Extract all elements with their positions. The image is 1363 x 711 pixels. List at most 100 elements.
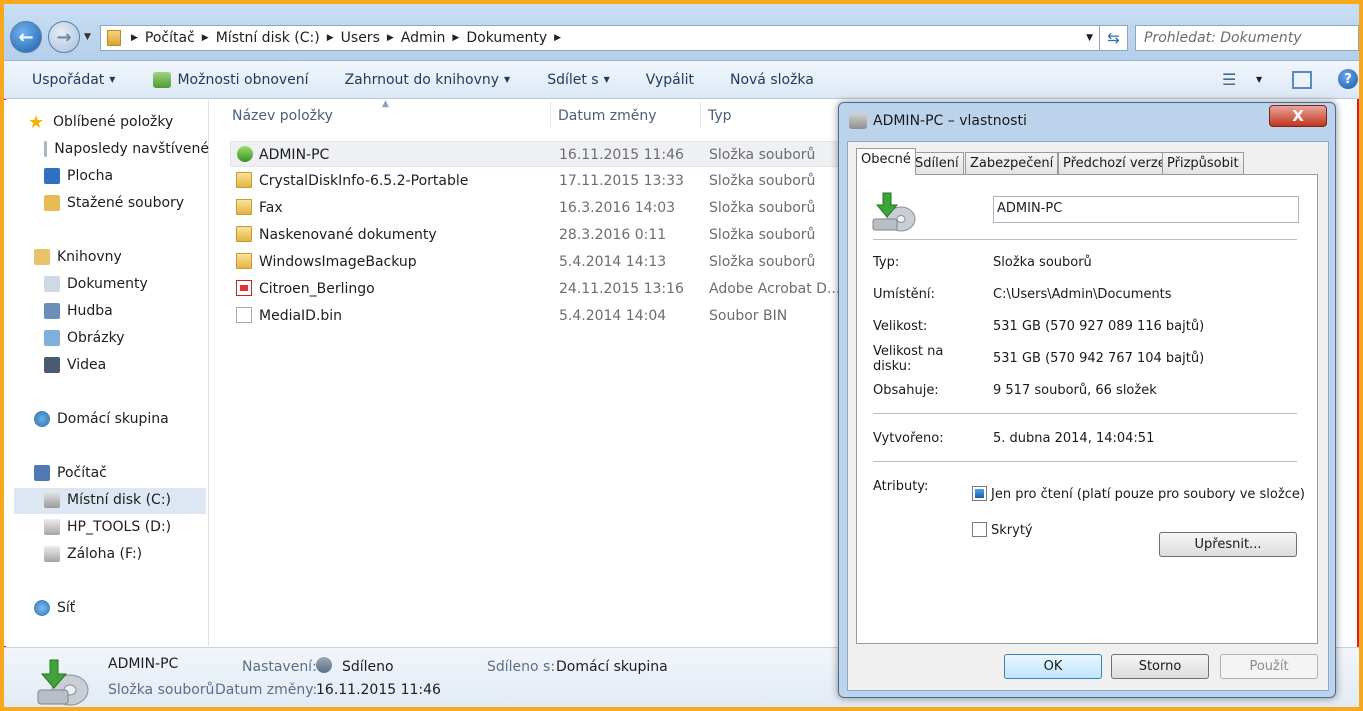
file-name: Fax	[259, 200, 283, 216]
nav-network[interactable]: Síť	[34, 596, 75, 620]
chevron-right-icon[interactable]: ▶	[327, 33, 334, 43]
share-with-button[interactable]: Sdílet s ▼	[547, 72, 610, 88]
share-label: Sdílet s	[547, 71, 599, 88]
nav-drive-c[interactable]: Místní disk (C:)	[44, 488, 171, 512]
file-type: Adobe Acrobat D...	[709, 281, 841, 297]
file-row[interactable]: Fax 16.3.2016 14:03 Složka souborů	[230, 195, 840, 221]
forward-button[interactable]: →	[48, 21, 80, 53]
nav-favorites[interactable]: ★ Oblíbené položky	[28, 110, 173, 134]
breadcrumb-item[interactable]: Users	[341, 30, 380, 46]
shared-folder-icon	[37, 659, 89, 706]
include-label: Zahrnout do knihovny	[344, 71, 500, 88]
hidden-checkbox[interactable]	[972, 522, 987, 537]
breadcrumb-item[interactable]: Dokumenty	[466, 30, 547, 46]
nav-label: Stažené soubory	[67, 195, 185, 211]
column-divider[interactable]	[550, 102, 551, 128]
column-divider[interactable]	[700, 102, 701, 128]
tab-security[interactable]: Zabezpečení	[965, 152, 1059, 174]
chevron-right-icon[interactable]: ▶	[452, 33, 459, 43]
close-button[interactable]: X	[1269, 105, 1327, 127]
column-header-type[interactable]: Typ	[708, 108, 732, 124]
breadcrumb[interactable]: ▶ Počítač ▶ Místní disk (C:) ▶ Users ▶ A…	[100, 25, 1100, 51]
nav-downloads[interactable]: Stažené soubory	[44, 191, 184, 215]
nav-drive-d[interactable]: HP_TOOLS (D:)	[44, 515, 171, 539]
back-button[interactable]: ←	[10, 21, 42, 53]
file-date: 16.3.2016 14:03	[559, 200, 676, 216]
folder-name-field[interactable]: ADMIN-PC	[993, 196, 1299, 223]
tab-customize[interactable]: Přizpůsobit	[1162, 152, 1244, 174]
file-row[interactable]: Naskenované dokumenty 28.3.2016 0:11 Slo…	[230, 222, 840, 248]
readonly-label[interactable]: Jen pro čtení (platí pouze pro soubory v…	[991, 487, 1305, 502]
details-modified-label: Datum změny:	[215, 682, 318, 698]
nav-label: Oblíbené položky	[53, 114, 174, 130]
libraries-icon	[34, 249, 50, 265]
command-bar: Uspořádat ▼ Možnosti obnovení Zahrnout do…	[4, 61, 1359, 99]
new-folder-button[interactable]: Nová složka	[730, 72, 814, 88]
history-dropdown-icon[interactable]: ▼	[84, 32, 91, 42]
file-row[interactable]: MediaID.bin 5.4.2014 14:04 Soubor BIN	[230, 303, 840, 329]
help-icon[interactable]: ?	[1338, 69, 1358, 89]
search-input[interactable]: Prohledat: Dokumenty	[1135, 25, 1359, 51]
restore-options-button[interactable]: Možnosti obnovení	[153, 71, 309, 88]
chevron-right-icon[interactable]: ▶	[131, 33, 138, 43]
file-row[interactable]: WindowsImageBackup 5.4.2014 14:13 Složka…	[230, 249, 840, 275]
divider	[873, 413, 1297, 414]
chevron-right-icon[interactable]: ▶	[202, 33, 209, 43]
chevron-right-icon[interactable]: ▶	[387, 33, 394, 43]
prop-size-label: Velikost:	[873, 319, 928, 334]
chevron-right-icon[interactable]: ▶	[554, 33, 561, 43]
nav-libraries[interactable]: Knihovny	[34, 245, 122, 269]
ok-button[interactable]: OK	[1004, 654, 1102, 679]
chevron-down-icon[interactable]: ▼	[1256, 75, 1262, 84]
file-row[interactable]: CrystalDiskInfo-6.5.2-Portable 17.11.201…	[230, 168, 840, 194]
column-header-date[interactable]: Datum změny	[558, 108, 657, 124]
view-options-icon[interactable]: ☰	[1222, 70, 1236, 89]
tab-previous-versions[interactable]: Předchozí verze	[1058, 152, 1171, 174]
tab-general[interactable]: Obecné	[856, 148, 916, 175]
nav-music[interactable]: Hudba	[44, 299, 113, 323]
apply-button[interactable]: Použít	[1220, 654, 1318, 679]
readonly-checkbox[interactable]	[972, 486, 987, 501]
burn-button[interactable]: Vypálit	[646, 72, 694, 88]
organize-button[interactable]: Uspořádat ▼	[32, 72, 115, 88]
refresh-button[interactable]: ⇆	[1100, 25, 1128, 51]
column-header-name[interactable]: Název položky	[232, 108, 333, 124]
file-date: 5.4.2014 14:04	[559, 308, 667, 324]
breadcrumb-item[interactable]: Počítač	[145, 30, 195, 46]
tab-sharing[interactable]: Sdílení	[910, 152, 964, 174]
breadcrumb-item[interactable]: Místní disk (C:)	[216, 30, 320, 46]
breadcrumb-item[interactable]: Admin	[401, 30, 446, 46]
prop-contains-label: Obsahuje:	[873, 383, 939, 398]
cancel-button[interactable]: Storno	[1111, 654, 1209, 679]
prop-attributes-label: Atributy:	[873, 479, 929, 494]
include-in-library-button[interactable]: Zahrnout do knihovny ▼	[345, 72, 511, 88]
chevron-down-icon[interactable]: ▼	[1086, 33, 1093, 43]
prop-contains-value: 9 517 souborů, 66 složek	[993, 383, 1157, 398]
file-row[interactable]: Citroen_Berlingo 24.11.2015 13:16 Adobe …	[230, 276, 840, 302]
file-row[interactable]: ADMIN-PC 16.11.2015 11:46 Složka souborů	[230, 141, 840, 167]
nav-documents[interactable]: Dokumenty	[44, 272, 148, 296]
details-type: Složka souborů	[108, 682, 215, 698]
nav-desktop[interactable]: Plocha	[44, 164, 113, 188]
nav-pictures[interactable]: Obrázky	[44, 326, 124, 350]
hidden-label[interactable]: Skrytý	[991, 523, 1033, 538]
prop-type-value: Složka souborů	[993, 255, 1092, 270]
nav-homegroup[interactable]: Domácí skupina	[34, 407, 169, 431]
burn-label: Vypálit	[645, 71, 694, 88]
nav-label: Hudba	[67, 303, 113, 319]
nav-drive-f[interactable]: Záloha (F:)	[44, 542, 142, 566]
nav-computer[interactable]: Počítač	[34, 461, 107, 485]
sort-ascending-icon: ▲	[382, 99, 389, 109]
preview-pane-icon[interactable]	[1292, 71, 1312, 89]
homegroup-icon	[34, 411, 50, 427]
nav-videos[interactable]: Videa	[44, 353, 106, 377]
divider	[873, 239, 1297, 240]
nav-recent-places[interactable]: Naposledy navštívené	[44, 137, 209, 161]
explorer-window: ← → ▼ ▶ Počítač ▶ Místní disk (C:) ▶ Use…	[0, 0, 1363, 711]
shared-folder-icon	[237, 146, 253, 162]
restore-label: Možnosti obnovení	[177, 71, 309, 88]
shared-folder-icon	[849, 113, 867, 129]
navigation-pane: ★ Oblíbené položky Naposledy navštívené P…	[4, 100, 209, 646]
advanced-button[interactable]: Upřesnit...	[1159, 532, 1297, 557]
nav-label: Počítač	[57, 465, 107, 481]
